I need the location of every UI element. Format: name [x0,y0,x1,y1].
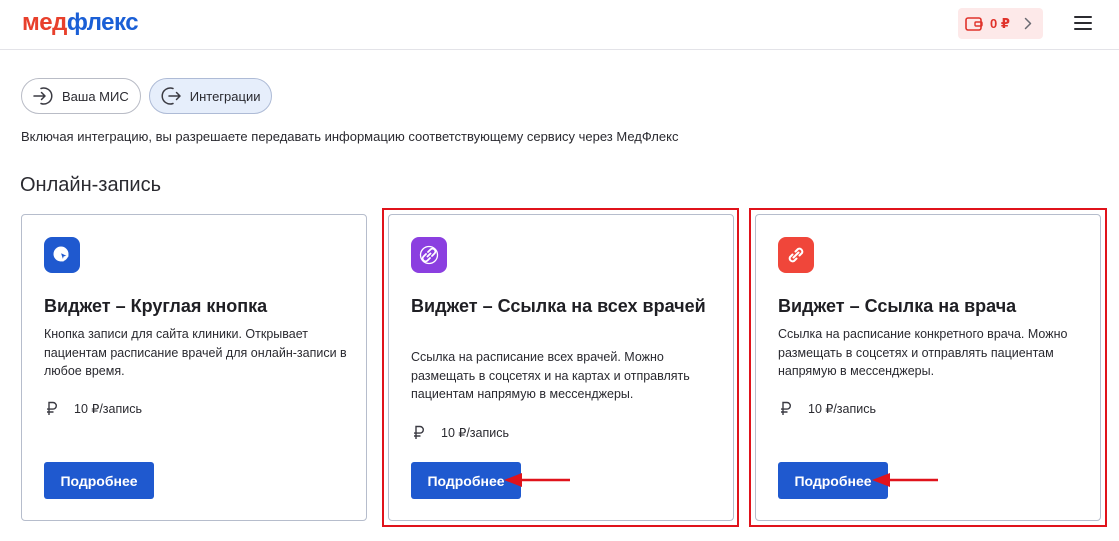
tab-integrations[interactable]: Интеграции [148,78,273,114]
red-arrow-icon [504,473,570,487]
medflex-logo[interactable]: медфлекс [22,9,139,37]
card-title: Виджет – Круглая кнопка [44,296,268,316]
chevron-right-icon [1024,17,1032,30]
login-arrow-icon [32,85,54,107]
cursor-click-icon [44,237,80,273]
integration-info-text: Включая интеграцию, вы разрешаете переда… [21,129,679,144]
logo-part-blue: флекс [66,9,139,36]
logout-arrow-icon [160,85,182,107]
tab-your-mis-label: Ваша МИС [62,88,129,104]
card-description: Кнопка записи для сайта клиники. Открыва… [44,327,347,378]
card-price: 10 ₽/запись [44,400,142,416]
logo-part-red: мед [22,9,67,36]
widget-card-round-button: Виджет – Круглая кнопка Кнопка записи дл… [21,214,367,521]
ruble-icon [44,400,60,416]
wallet-icon [965,16,983,31]
card-price-label: 10 ₽/запись [74,401,142,416]
integration-tabs: Ваша МИС Интеграции [21,78,273,114]
details-button[interactable]: Подробнее [44,462,154,499]
section-title-online-booking: Онлайн-запись [20,174,161,196]
red-arrow-icon [872,473,938,487]
menu-hamburger-icon[interactable] [1072,16,1094,34]
top-header: медфлекс 0 ₽ [0,0,1119,50]
tab-your-mis[interactable]: Ваша МИС [21,78,141,114]
balance-button[interactable]: 0 ₽ [958,8,1043,39]
tab-integrations-label: Интеграции [189,88,261,104]
balance-amount: 0 ₽ [990,15,1010,31]
